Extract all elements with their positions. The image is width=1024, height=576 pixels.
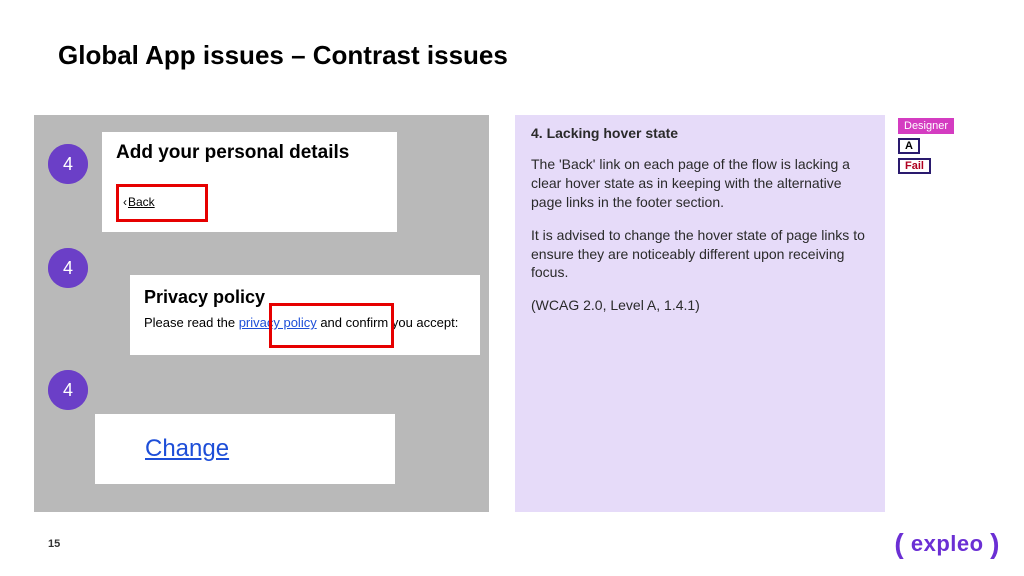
- example2-text: Please read the privacy policy and confi…: [144, 315, 458, 330]
- example1-heading: Add your personal details: [116, 142, 383, 164]
- tag-status: Fail: [898, 158, 931, 174]
- change-link[interactable]: Change: [145, 435, 229, 463]
- tag-level: A: [898, 138, 920, 154]
- privacy-policy-link[interactable]: privacy policy: [239, 315, 317, 330]
- tag-list: Designer A Fail: [898, 118, 954, 174]
- issue-badge-2: 4: [48, 248, 88, 288]
- issue-badge-1: 4: [48, 144, 88, 184]
- highlight-box-back: Back: [116, 184, 208, 222]
- issue-badge-3: 4: [48, 370, 88, 410]
- example2-heading: Privacy policy: [144, 287, 466, 308]
- example-personal-details: Add your personal details Back: [102, 132, 397, 232]
- example2-prefix: Please read the: [144, 315, 239, 330]
- page-number: 15: [48, 538, 60, 550]
- expleo-logo: ( expleo ): [894, 526, 1000, 558]
- slide-title: Global App issues – Contrast issues: [58, 40, 508, 71]
- tag-designer: Designer: [898, 118, 954, 134]
- issue-paragraph-1: The 'Back' link on each page of the flow…: [531, 155, 869, 212]
- back-link[interactable]: Back: [123, 195, 155, 209]
- example-change-link: Change: [95, 414, 395, 484]
- issue-description-panel: 4. Lacking hover state The 'Back' link o…: [515, 115, 885, 512]
- issue-paragraph-2: It is advised to change the hover state …: [531, 226, 869, 283]
- issue-paragraph-3: (WCAG 2.0, Level A, 1.4.1): [531, 296, 869, 315]
- issue-heading: 4. Lacking hover state: [531, 125, 869, 141]
- example-privacy-policy: Privacy policy Please read the privacy p…: [130, 275, 480, 355]
- example2-suffix: and confirm you accept:: [317, 315, 459, 330]
